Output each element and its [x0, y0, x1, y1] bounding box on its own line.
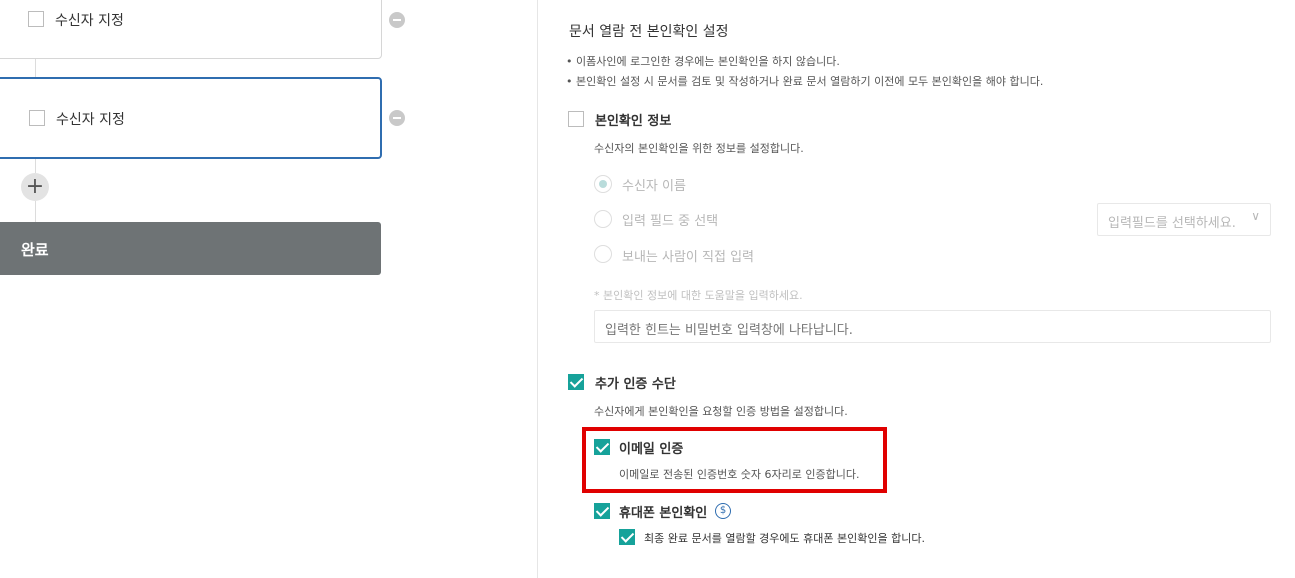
remove-recipient-icon[interactable] [389, 12, 405, 28]
final-doc-phone-checkbox[interactable] [619, 529, 635, 545]
flow-connector [35, 159, 36, 173]
flow-connector [35, 201, 36, 222]
note-item: 본인확인 설정 시 문서를 검토 및 작성하거나 완료 문서 열람하기 이전에 … [566, 73, 1043, 89]
radio-input-field[interactable] [594, 210, 612, 228]
email-auth-checkbox[interactable] [594, 439, 610, 455]
field-select-dropdown[interactable]: 입력필드를 선택하세요. ∨ [1097, 203, 1271, 236]
hint-label: * 본인확인 정보에 대한 도움말을 입력하세요. [594, 289, 803, 302]
paid-badge-icon: $ [715, 503, 731, 519]
add-recipient-button[interactable]: + [21, 173, 49, 201]
flow-connector [35, 59, 36, 77]
note-item: 이폼사인에 로그인한 경우에는 본인확인을 하지 않습니다. [566, 53, 840, 69]
phone-auth-checkbox[interactable] [594, 503, 610, 519]
highlight-box [582, 427, 887, 493]
radio-recipient-name[interactable] [594, 175, 612, 193]
page: 수신자 지정 수신자 지정 + 완료 문서 열람 전 본인확인 설정 이폼사인에… [0, 0, 1295, 578]
final-doc-phone-label: 최종 완료 문서를 열람할 경우에도 휴대폰 본인확인을 합니다. [644, 532, 925, 545]
done-step[interactable]: 완료 [0, 222, 381, 275]
additional-auth-label: 추가 인증 수단 [595, 377, 676, 392]
field-select-value: 입력필드를 선택하세요. [1108, 216, 1236, 231]
identity-info-checkbox[interactable] [568, 111, 584, 127]
radio-sender-input[interactable] [594, 245, 612, 263]
section-title: 문서 열람 전 본인확인 설정 [569, 24, 729, 40]
additional-auth-desc: 수신자에게 본인확인을 요청할 인증 방법을 설정합니다. [594, 405, 848, 418]
recipient-checkbox[interactable] [29, 110, 45, 126]
radio-label: 보내는 사람이 직접 입력 [622, 250, 754, 265]
phone-auth-label: 휴대폰 본인확인 [619, 506, 708, 521]
recipient-card[interactable]: 수신자 지정 [0, 0, 382, 59]
verification-settings-panel: 문서 열람 전 본인확인 설정 이폼사인에 로그인한 경우에는 본인확인을 하지… [539, 0, 1295, 578]
recipient-label: 수신자 지정 [56, 112, 125, 128]
additional-auth-checkbox[interactable] [568, 374, 584, 390]
recipient-card-selected[interactable]: 수신자 지정 [0, 77, 382, 159]
email-auth-desc: 이메일로 전송된 인증번호 숫자 6자리로 인증합니다. [619, 468, 860, 481]
identity-info-desc: 수신자의 본인확인을 위한 정보를 설정합니다. [594, 142, 804, 155]
radio-label: 수신자 이름 [622, 179, 686, 194]
chevron-down-icon: ∨ [1251, 209, 1260, 223]
identity-info-label: 본인확인 정보 [595, 114, 672, 129]
email-auth-label: 이메일 인증 [619, 442, 684, 457]
recipient-label: 수신자 지정 [55, 13, 124, 29]
radio-label: 입력 필드 중 선택 [622, 214, 719, 229]
remove-recipient-icon[interactable] [389, 110, 405, 126]
recipient-flow-panel: 수신자 지정 수신자 지정 + 완료 [0, 0, 538, 578]
recipient-checkbox[interactable] [28, 11, 44, 27]
hint-input[interactable] [594, 310, 1271, 343]
